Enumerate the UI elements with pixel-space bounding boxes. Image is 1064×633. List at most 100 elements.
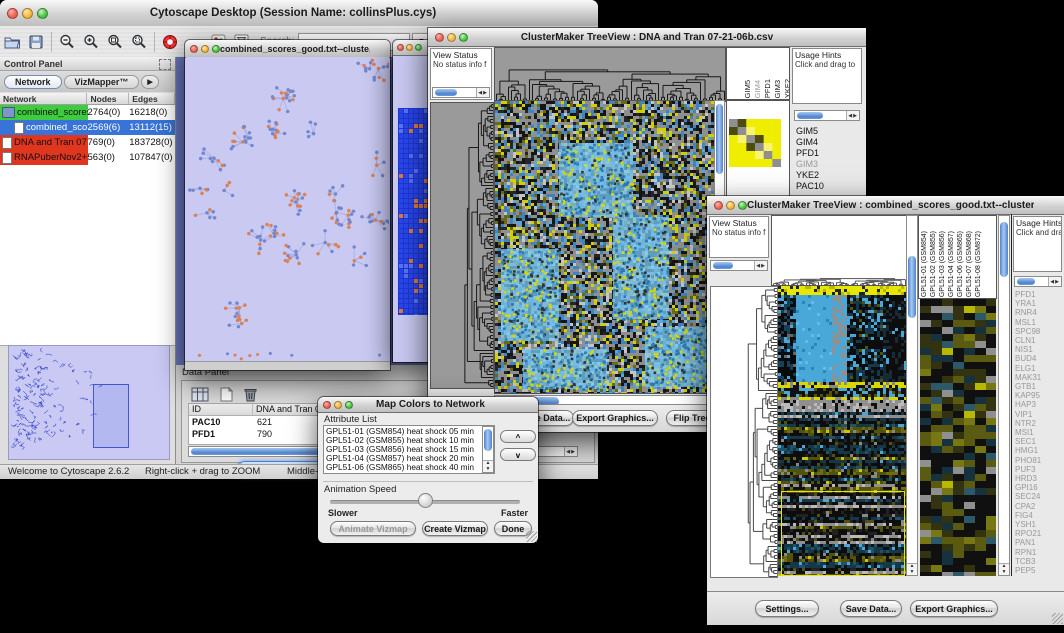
control-panel-tab[interactable]: ▶	[141, 75, 158, 89]
column-label[interactable]: GPL51-08 (GSM872)	[975, 231, 982, 297]
float-panel-icon[interactable]	[159, 59, 171, 70]
gene-label[interactable]: NTR2	[1015, 419, 1062, 428]
heatmap-canvas[interactable]	[494, 100, 715, 394]
gene-label[interactable]: GIM5	[796, 126, 860, 137]
column-label[interactable]: GIM3	[773, 80, 782, 98]
zoom-in-icon[interactable]	[79, 31, 103, 53]
network-row[interactable]: combined_scores 2764(0) 16218(0)	[0, 105, 175, 120]
usage-scrollbar[interactable]: ◀▶	[1014, 276, 1062, 287]
gene-label[interactable]: GPI16	[1015, 483, 1062, 492]
column-label[interactable]: GIM4	[753, 80, 762, 98]
gene-label[interactable]: GIM3	[796, 159, 860, 170]
minimize-icon[interactable]	[201, 45, 209, 53]
zoom-window-icon[interactable]	[37, 8, 48, 19]
network-canvas[interactable]	[186, 57, 389, 362]
zoom-window-icon[interactable]	[738, 201, 747, 210]
main-title-bar[interactable]: Cytoscape Desktop (Session Name: collins…	[0, 0, 598, 27]
column-label[interactable]: GPL51-03 (GSM856)	[939, 231, 946, 297]
open-icon[interactable]	[0, 31, 24, 53]
dialog-button[interactable]: Animate Vizmap	[330, 521, 416, 536]
column-network[interactable]: Network	[0, 93, 87, 104]
zoom-out-icon[interactable]	[55, 31, 79, 53]
gene-label[interactable]: PUF3	[1015, 465, 1062, 474]
usage-scrollbar[interactable]: ◀▶	[794, 110, 860, 121]
gene-label[interactable]: RNR4	[1015, 308, 1062, 317]
gene-label[interactable]: NIS1	[1015, 345, 1062, 354]
close-icon[interactable]	[7, 8, 18, 19]
column-label[interactable]: YKE2	[783, 79, 790, 98]
gene-label[interactable]: SPC98	[1015, 327, 1062, 336]
gene-label[interactable]: PEP5	[1015, 566, 1062, 575]
network-overview-panel[interactable]	[8, 345, 170, 460]
view-status-scrollbar[interactable]: ◀▶	[432, 87, 490, 98]
gene-label[interactable]: PFD1	[796, 148, 860, 159]
gene-label[interactable]: CLN1	[1015, 336, 1062, 345]
zoom-window-icon[interactable]	[345, 401, 353, 409]
gene-label[interactable]: MSI1	[1015, 428, 1062, 437]
treeview1-title-bar[interactable]: ClusterMaker TreeView : DNA and Tran 07-…	[428, 28, 866, 47]
column-label[interactable]: PFD1	[763, 79, 772, 98]
attribute-list[interactable]: GPL51-01 (GSM854) heat shock 05 minGPL51…	[323, 425, 495, 474]
close-icon[interactable]	[435, 33, 444, 42]
id-column-header[interactable]: ID	[189, 404, 253, 415]
network-view-title-bar[interactable]: combined_scores_good.txt--cluste...	[185, 40, 390, 58]
zoom-window-icon[interactable]	[459, 33, 468, 42]
gene-label[interactable]: PAN1	[1015, 538, 1062, 547]
view-status-scrollbar[interactable]: ◀▶	[710, 260, 768, 271]
zoom-vscrollbar[interactable]: ▲▼	[998, 215, 1010, 576]
column-label[interactable]: GPL51-04 (GSM857)	[948, 231, 955, 297]
gene-label[interactable]: HRD3	[1015, 474, 1062, 483]
column-label[interactable]: GPL51-06 (GSM865)	[957, 231, 964, 297]
network-row[interactable]: combined_sco 2569(6) 13112(15)	[0, 120, 175, 135]
gene-label[interactable]: HAP3	[1015, 400, 1062, 409]
move-up-button[interactable]: ^	[500, 430, 536, 443]
column-nodes[interactable]: Nodes	[87, 93, 129, 104]
column-dendrogram[interactable]	[494, 47, 726, 102]
zoom-selected-icon[interactable]	[103, 31, 127, 53]
summary-heatmap[interactable]	[729, 119, 781, 167]
gene-label[interactable]: BUD4	[1015, 354, 1062, 363]
control-panel-tab[interactable]: Network	[4, 75, 62, 89]
minimize-icon[interactable]	[334, 401, 342, 409]
treeview-button[interactable]: Export Graphics...	[910, 600, 998, 617]
save-icon[interactable]	[24, 31, 48, 53]
gene-label[interactable]: GTB1	[1015, 382, 1062, 391]
minimize-icon[interactable]	[22, 8, 33, 19]
treeview-button[interactable]: Settings...	[755, 600, 819, 617]
delete-attribute-icon[interactable]	[238, 383, 262, 405]
zoom-fit-icon[interactable]	[127, 31, 151, 53]
column-label[interactable]: GPL51-02 (GSM855)	[930, 231, 937, 297]
attribute-select-icon[interactable]	[188, 383, 212, 405]
gene-label[interactable]: PAC10	[796, 181, 860, 192]
column-dendrogram[interactable]	[771, 215, 907, 286]
treeview-button[interactable]: Export Graphics...	[572, 410, 658, 426]
network-row[interactable]: DNA and Tran 07 769(0) 183728(0)	[0, 135, 175, 150]
heatmap-canvas[interactable]	[778, 286, 906, 576]
new-attribute-icon[interactable]	[214, 383, 238, 405]
row-dendrogram[interactable]	[710, 286, 778, 578]
gene-label[interactable]: CPA2	[1015, 502, 1062, 511]
dialog-button[interactable]: Create Vizmap	[422, 521, 488, 536]
help-icon[interactable]	[158, 31, 182, 53]
gene-label[interactable]: FIG4	[1015, 511, 1062, 520]
gene-label[interactable]: PFD1	[1015, 290, 1062, 299]
close-icon[interactable]	[714, 201, 723, 210]
attribute-list-scrollbar[interactable]: ▲▼	[482, 426, 494, 473]
zoom-window-icon[interactable]	[415, 44, 422, 51]
row-dendrogram[interactable]	[430, 102, 494, 389]
gene-label[interactable]: MSL1	[1015, 318, 1062, 327]
gene-label[interactable]: TCB3	[1015, 557, 1062, 566]
move-down-button[interactable]: v	[500, 448, 536, 461]
attribute-list-item[interactable]: GPL51-07 (GSM868) heat shock 60 min	[326, 472, 494, 474]
treeview2-title-bar[interactable]: ClusterMaker TreeView : combined_scores_…	[707, 196, 1064, 215]
column-edges[interactable]: Edges	[129, 93, 175, 104]
gene-label[interactable]: YKE2	[796, 170, 860, 181]
close-icon[interactable]	[190, 45, 198, 53]
gene-label[interactable]: SEC24	[1015, 492, 1062, 501]
network-row[interactable]: RNAPuberNov2+! 563(0) 107847(0)	[0, 150, 175, 165]
resize-grip[interactable]	[526, 531, 537, 542]
speed-slider-thumb[interactable]	[418, 493, 433, 508]
minimize-icon[interactable]	[406, 44, 413, 51]
scrollbar-arrows[interactable]: ◀▶	[564, 447, 577, 456]
gene-label[interactable]: KAP95	[1015, 391, 1062, 400]
